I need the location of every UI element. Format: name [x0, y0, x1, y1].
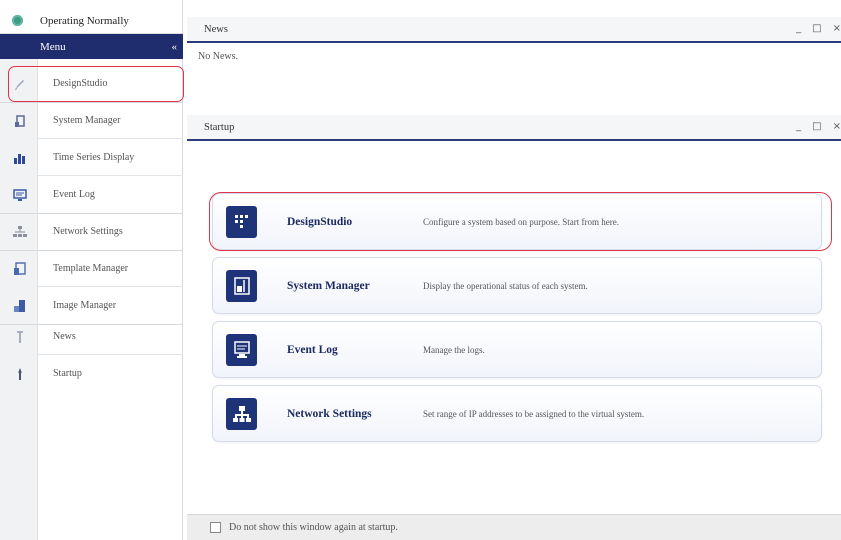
news-empty-text: No News.	[198, 51, 238, 62]
minimize-icon[interactable]: _	[796, 23, 801, 34]
status-bar: Operating Normally	[0, 8, 183, 34]
news-icon	[13, 330, 27, 344]
startup-footer: Do not show this window again at startup…	[187, 514, 841, 540]
startup-card-network-settings[interactable]: Network Settings Set range of IP address…	[212, 385, 822, 442]
sidebar-item-template-manager[interactable]: Template Manager	[0, 250, 183, 287]
card-description: Configure a system based on purpose. Sta…	[423, 217, 619, 227]
minimize-icon[interactable]: _	[796, 121, 801, 132]
startup-window-controls: _ □ ×	[796, 121, 841, 132]
event-log-icon	[13, 188, 27, 202]
sidebar-group: System Manager Time Series Display Event…	[0, 102, 183, 214]
sidebar-group: Network Settings	[0, 213, 183, 251]
sidebar-item-label: Image Manager	[53, 300, 117, 311]
sidebar-group: DesignStudio	[0, 65, 183, 103]
menu-title: Menu	[40, 40, 66, 53]
startup-icon	[13, 367, 27, 381]
sidebar-item-time-series-display[interactable]: Time Series Display	[0, 139, 183, 176]
sidebar-item-label: Event Log	[53, 189, 95, 200]
sidebar-item-label: Time Series Display	[53, 152, 135, 163]
template-icon	[13, 261, 27, 276]
sidebar-item-label: DesignStudio	[53, 78, 108, 89]
startup-card-event-log[interactable]: Event Log Manage the logs.	[212, 321, 822, 378]
card-title: Event Log	[287, 344, 338, 356]
network-tree-icon	[226, 398, 257, 430]
close-icon[interactable]: ×	[833, 121, 841, 132]
card-title: DesignStudio	[287, 216, 353, 228]
dont-show-again-checkbox[interactable]	[210, 522, 221, 533]
news-window-controls: _ □ ×	[796, 23, 841, 34]
sidebar-item-news[interactable]: News	[0, 318, 183, 355]
status-indicator-icon	[12, 15, 23, 26]
sidebar-item-label: News	[53, 331, 76, 342]
status-text: Operating Normally	[40, 14, 129, 27]
news-panel-header: News _ □ ×	[187, 17, 841, 43]
sidebar: Operating Normally Menu « DesignStudio S…	[0, 0, 184, 540]
news-panel-title: News	[204, 23, 228, 35]
bar-chart-icon	[13, 151, 27, 165]
card-description: Manage the logs.	[423, 345, 485, 355]
card-title: System Manager	[287, 280, 370, 292]
sidebar-group: News Startup	[0, 318, 183, 392]
sidebar-item-label: Startup	[53, 368, 82, 379]
card-description: Display the operational status of each s…	[423, 281, 588, 291]
sidebar-item-system-manager[interactable]: System Manager	[0, 102, 183, 139]
maximize-icon[interactable]: □	[812, 23, 821, 34]
sidebar-item-label: Template Manager	[53, 263, 129, 274]
startup-panel-header: Startup _ □ ×	[187, 115, 841, 141]
menu-header: Menu «	[0, 34, 183, 59]
sidebar-item-label: Network Settings	[53, 226, 123, 237]
startup-card-designstudio[interactable]: DesignStudio Configure a system based on…	[212, 193, 822, 250]
sidebar-item-event-log[interactable]: Event Log	[0, 176, 183, 213]
startup-panel-title: Startup	[204, 121, 235, 133]
dont-show-again-label: Do not show this window again at startup…	[229, 522, 398, 533]
pencil-icon	[13, 77, 27, 91]
sidebar-item-network-settings[interactable]: Network Settings	[0, 213, 183, 250]
startup-card-system-manager[interactable]: System Manager Display the operational s…	[212, 257, 822, 314]
image-icon	[13, 299, 27, 313]
monitor-log-icon	[226, 334, 257, 366]
card-title: Network Settings	[287, 408, 372, 420]
grid-dots-icon	[226, 206, 257, 238]
card-description: Set range of IP addresses to be assigned…	[423, 409, 645, 419]
sidebar-item-startup[interactable]: Startup	[0, 355, 183, 392]
system-manager-icon	[13, 114, 27, 128]
network-icon	[13, 225, 27, 239]
sidebar-group: Template Manager Image Manager	[0, 250, 183, 325]
maximize-icon[interactable]: □	[812, 121, 821, 132]
system-panel-icon	[226, 270, 257, 302]
close-icon[interactable]: ×	[833, 23, 841, 34]
double-chevron-left-icon[interactable]: «	[172, 41, 177, 53]
startup-panel-body: DesignStudio Configure a system based on…	[187, 143, 841, 513]
sidebar-item-label: System Manager	[53, 115, 121, 126]
news-panel-body: No News.	[187, 45, 841, 113]
sidebar-item-designstudio[interactable]: DesignStudio	[0, 65, 183, 102]
